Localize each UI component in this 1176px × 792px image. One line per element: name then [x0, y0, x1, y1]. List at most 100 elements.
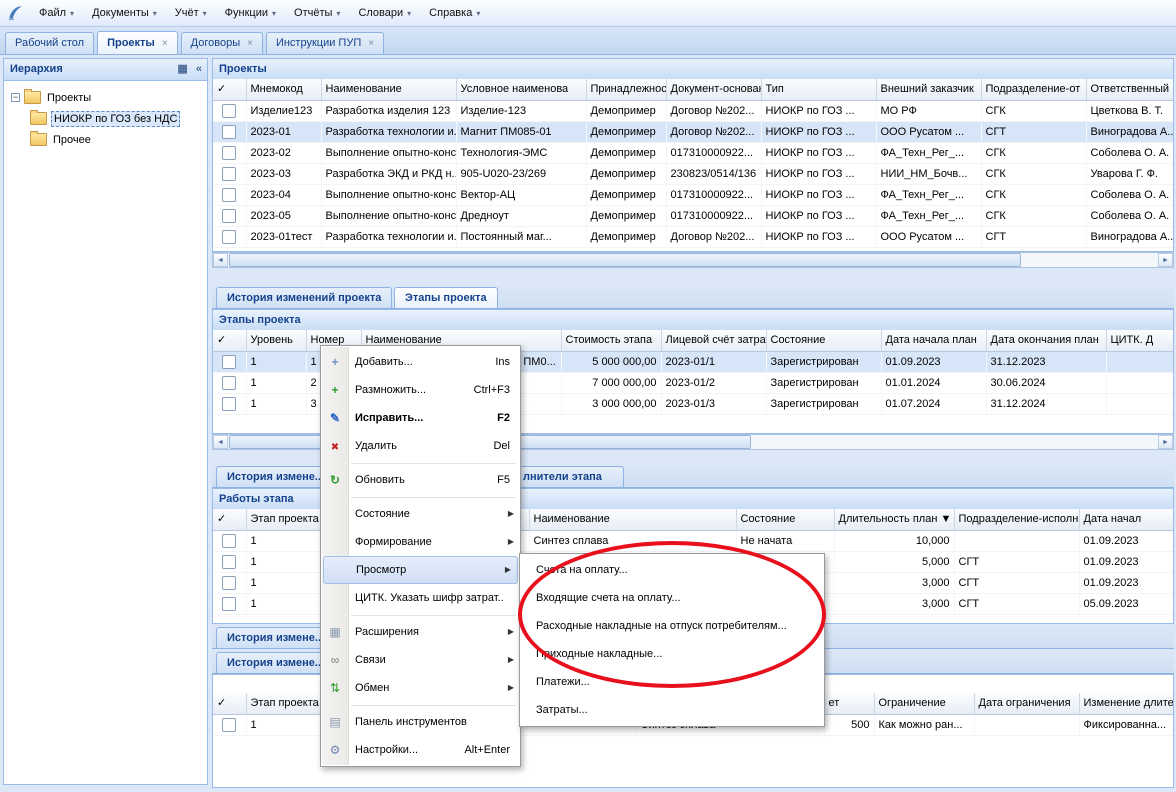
table-row[interactable]: 2023-04Выполнение опытно-конс...Вектор-А… — [213, 185, 1174, 206]
menu-item-view[interactable]: Просмотр ▶ — [323, 556, 518, 584]
menu-item-duplicate[interactable]: Размножить... Ctrl+F3 — [321, 376, 520, 404]
column-header[interactable]: Подразделение-исполнитель.. — [954, 509, 1079, 531]
column-header[interactable]: Длительность план ▼ — [834, 509, 954, 531]
column-header[interactable]: Дата начала план — [881, 330, 986, 352]
close-icon[interactable]: × — [247, 33, 253, 54]
submenu-item-payments[interactable]: Платежи... — [520, 668, 824, 696]
tab-desktop[interactable]: Рабочий стол — [5, 32, 94, 54]
menu-item-refresh[interactable]: Обновить F5 — [321, 466, 520, 494]
column-header[interactable]: Дата окончания план — [986, 330, 1106, 352]
tab-projects[interactable]: Проекты × — [97, 31, 178, 54]
projects-hscrollbar[interactable]: ◄ ► — [212, 252, 1174, 268]
row-checkbox[interactable] — [222, 125, 236, 139]
scroll-right-icon[interactable]: ► — [1158, 435, 1173, 449]
column-header[interactable]: Наименование — [321, 79, 456, 101]
row-checkbox[interactable] — [222, 146, 236, 160]
column-header[interactable]: Уровень — [246, 330, 306, 352]
scroll-thumb[interactable] — [229, 253, 1021, 267]
submenu-item-invoices[interactable]: Счета на оплату... — [520, 556, 824, 584]
menu-item-accounting[interactable]: Учёт — [166, 3, 216, 23]
row-checkbox[interactable] — [222, 718, 236, 732]
column-header[interactable]: Принадлежность — [586, 79, 666, 101]
menu-item-citk[interactable]: ЦИТК. Указать шифр затрат.. — [321, 584, 520, 612]
column-header[interactable]: Лицевой счёт затрат. — [661, 330, 766, 352]
column-header[interactable]: ет — [824, 693, 874, 715]
check-column-header[interactable]: ✓ — [213, 330, 246, 352]
column-header[interactable]: Подразделение-от — [981, 79, 1086, 101]
row-checkbox[interactable] — [222, 397, 236, 411]
column-header[interactable]: Дата начал — [1079, 509, 1174, 531]
tab-project-history[interactable]: История изменений проекта — [216, 287, 392, 308]
tree-node-niokr[interactable]: НИОКР по ГОЗ без НДС — [6, 108, 205, 129]
table-row[interactable]: 2023-03Разработка ЭКД и РКД н...905-U020… — [213, 164, 1174, 185]
column-header[interactable]: Состояние — [736, 509, 834, 531]
menu-item-forming[interactable]: Формирование ▶ — [321, 528, 520, 556]
menu-item-extensions[interactable]: Расширения ▶ — [321, 618, 520, 646]
menu-item-functions[interactable]: Функции — [216, 3, 285, 23]
column-header[interactable]: Условное наименова — [456, 79, 586, 101]
table-row[interactable]: Изделие123Разработка изделия 123Изделие-… — [213, 101, 1174, 122]
tab-stage-executors[interactable]: лнители этапа — [512, 466, 624, 487]
menu-item-dictionaries[interactable]: Словари — [349, 3, 420, 23]
row-checkbox[interactable] — [222, 576, 236, 590]
column-header[interactable]: Внешний заказчик — [876, 79, 981, 101]
collapse-panel-icon[interactable]: « — [196, 63, 202, 75]
check-column-header[interactable]: ✓ — [213, 79, 246, 101]
row-checkbox[interactable] — [222, 209, 236, 223]
close-icon[interactable]: × — [162, 33, 168, 54]
menu-item-delete[interactable]: Удалить Del — [321, 432, 520, 460]
scroll-right-icon[interactable]: ► — [1158, 253, 1173, 267]
close-icon[interactable]: × — [368, 33, 374, 54]
scroll-left-icon[interactable]: ◄ — [213, 253, 228, 267]
column-header[interactable]: Наименование — [529, 509, 736, 531]
column-header[interactable]: Состояние — [766, 330, 881, 352]
row-checkbox[interactable] — [222, 597, 236, 611]
submenu-item-incoming-waybills[interactable]: Приходные накладные... — [520, 640, 824, 668]
column-header[interactable]: Стоимость этапа — [561, 330, 661, 352]
column-header[interactable]: Документ-основан — [666, 79, 761, 101]
column-header[interactable]: Изменение длите... — [1079, 693, 1174, 715]
check-column-header[interactable]: ✓ — [213, 693, 246, 715]
menu-item-state[interactable]: Состояние ▶ — [321, 500, 520, 528]
menu-item-documents[interactable]: Документы — [83, 3, 166, 23]
tab-instructions[interactable]: Инструкции ПУП × — [266, 32, 384, 54]
menu-item-reports[interactable]: Отчёты — [285, 3, 349, 23]
collapse-expander-icon[interactable]: − — [11, 93, 20, 102]
tree-node-projects[interactable]: − Проекты — [6, 87, 205, 108]
grid-icon[interactable]: ▦ — [177, 62, 187, 75]
submenu-item-costs[interactable]: Затраты... — [520, 696, 824, 724]
column-header[interactable]: ЦИТК. Д — [1106, 330, 1174, 352]
table-row[interactable]: 2023-01Разработка технологии и...Магнит … — [213, 122, 1174, 143]
column-header[interactable]: Дата ограничения — [974, 693, 1079, 715]
menu-item-settings[interactable]: Настройки... Alt+Enter — [321, 736, 520, 764]
table-row[interactable]: 2023-02Выполнение опытно-конс...Технолог… — [213, 143, 1174, 164]
menu-item-help[interactable]: Справка — [420, 3, 489, 23]
menu-item-file[interactable]: Файл — [30, 3, 83, 23]
table-row[interactable]: 2023-01тестРазработка технологии и...Пос… — [213, 227, 1174, 248]
check-column-header[interactable]: ✓ — [213, 509, 246, 531]
scroll-left-icon[interactable]: ◄ — [213, 435, 228, 449]
row-checkbox[interactable] — [222, 230, 236, 244]
row-checkbox[interactable] — [222, 376, 236, 390]
column-header[interactable]: Ответственный — [1086, 79, 1174, 101]
menu-item-links[interactable]: Связи ▶ — [321, 646, 520, 674]
row-checkbox[interactable] — [222, 167, 236, 181]
submenu-item-incoming-invoices[interactable]: Входящие счета на оплату... — [520, 584, 824, 612]
submenu-item-outgoing-waybills[interactable]: Расходные накладные на отпуск потребител… — [520, 612, 824, 640]
menu-item-exchange[interactable]: Обмен ▶ — [321, 674, 520, 702]
menu-item-add[interactable]: Добавить... Ins — [321, 348, 520, 376]
row-checkbox[interactable] — [222, 555, 236, 569]
menu-item-toolbar[interactable]: Панель инструментов — [321, 708, 520, 736]
menu-item-edit[interactable]: Исправить... F2 — [321, 404, 520, 432]
tab-contracts[interactable]: Договоры × — [181, 32, 263, 54]
table-row[interactable]: 2023-05Выполнение опытно-конс...Дредноут… — [213, 206, 1174, 227]
tab-project-stages[interactable]: Этапы проекта — [394, 287, 498, 308]
row-checkbox[interactable] — [222, 104, 236, 118]
row-checkbox[interactable] — [222, 355, 236, 369]
row-checkbox[interactable] — [222, 188, 236, 202]
tree-node-other[interactable]: Прочее — [6, 129, 205, 150]
column-header[interactable]: Мнемокод — [246, 79, 321, 101]
row-checkbox[interactable] — [222, 534, 236, 548]
column-header[interactable]: Тип — [761, 79, 876, 101]
column-header[interactable]: Ограничение — [874, 693, 974, 715]
